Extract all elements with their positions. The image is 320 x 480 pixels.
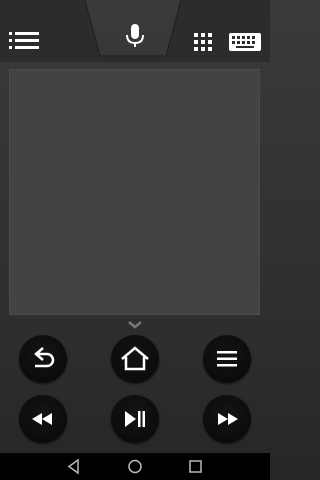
list-icon[interactable] [9, 31, 41, 51]
fast-forward-button[interactable] [203, 395, 251, 443]
microphone-icon[interactable] [125, 24, 145, 48]
home-button[interactable] [111, 335, 159, 383]
nav-home-icon[interactable] [126, 453, 144, 480]
nav-back-icon[interactable] [66, 453, 82, 480]
chevron-down-icon[interactable] [127, 320, 143, 330]
menu-icon [217, 351, 237, 367]
back-icon [34, 347, 55, 368]
nav-recents-icon[interactable] [188, 453, 204, 480]
top-bar [0, 0, 270, 62]
rewind-icon [32, 413, 52, 425]
apps-grid-icon[interactable] [194, 33, 212, 51]
rewind-button[interactable] [19, 395, 67, 443]
menu-button[interactable] [203, 335, 251, 383]
touchpad-area[interactable] [9, 69, 260, 315]
play-pause-button[interactable] [111, 395, 159, 443]
system-navigation-bar [0, 453, 270, 480]
play-pause-icon [125, 411, 145, 427]
keyboard-icon[interactable] [229, 33, 261, 51]
home-icon [121, 346, 149, 371]
back-button[interactable] [19, 335, 67, 383]
fast-forward-icon [218, 413, 238, 425]
